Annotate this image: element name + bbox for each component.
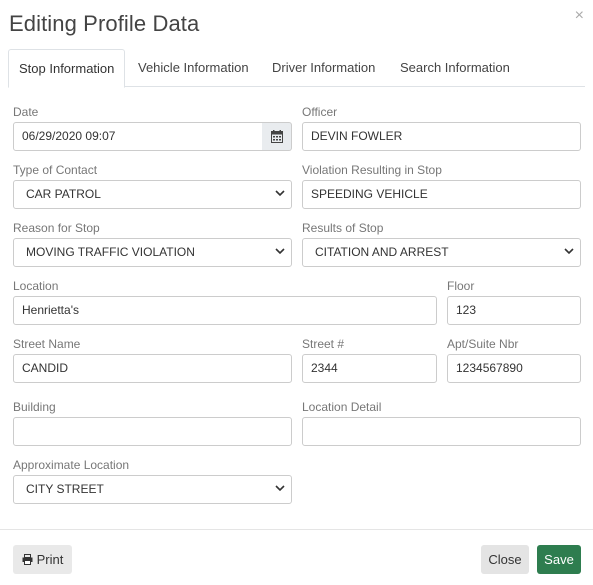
- location-value: Henrietta's: [22, 303, 79, 317]
- street-name-label: Street Name: [13, 337, 81, 351]
- calendar-button[interactable]: [262, 122, 292, 151]
- street-number-value: 2344: [311, 361, 338, 375]
- close-button[interactable]: Close: [481, 545, 529, 574]
- calendar-icon: [270, 130, 283, 143]
- print-button[interactable]: Print: [13, 545, 72, 574]
- officer-input[interactable]: DEVIN FOWLER: [302, 122, 581, 151]
- location-detail-label: Location Detail: [302, 400, 382, 414]
- chevron-down-icon: [275, 239, 285, 255]
- results-of-stop-label: Results of Stop: [302, 221, 384, 235]
- type-of-contact-select[interactable]: CAR PATROL: [13, 180, 292, 209]
- location-input[interactable]: Henrietta's: [13, 296, 437, 325]
- chevron-down-icon: [275, 476, 285, 492]
- street-name-value: CANDID: [22, 361, 69, 375]
- reason-for-stop-label: Reason for Stop: [13, 221, 100, 235]
- building-label: Building: [13, 400, 56, 414]
- print-label: Print: [36, 552, 64, 567]
- footer-divider: [0, 529, 593, 530]
- apt-suite-input[interactable]: 1234567890: [447, 354, 581, 383]
- date-input[interactable]: 06/29/2020 09:07: [13, 122, 263, 151]
- violation-value: SPEEDING VEHICLE: [311, 187, 428, 201]
- street-number-input[interactable]: 2344: [302, 354, 437, 383]
- save-button[interactable]: Save: [537, 545, 581, 574]
- tab-bar: Stop Information Vehicle Information Dri…: [8, 49, 585, 88]
- tab-vehicle-information[interactable]: Vehicle Information: [128, 49, 259, 87]
- officer-value: DEVIN FOWLER: [311, 129, 403, 143]
- floor-value: 123: [456, 303, 477, 317]
- approximate-location-label: Approximate Location: [13, 458, 130, 472]
- chevron-down-icon: [564, 239, 574, 255]
- violation-label: Violation Resulting in Stop: [302, 163, 442, 177]
- type-of-contact-value: CAR PATROL: [26, 187, 101, 201]
- officer-label: Officer: [302, 105, 338, 119]
- location-detail-input[interactable]: [302, 417, 581, 446]
- reason-for-stop-select[interactable]: MOVING TRAFFIC VIOLATION: [13, 238, 292, 267]
- apt-suite-value: 1234567890: [456, 361, 523, 375]
- violation-input[interactable]: SPEEDING VEHICLE: [302, 180, 581, 209]
- location-label: Location: [13, 279, 59, 293]
- tab-stop-information[interactable]: Stop Information: [8, 49, 125, 88]
- results-of-stop-value: CITATION AND ARREST: [315, 245, 449, 259]
- tab-search-information[interactable]: Search Information: [390, 49, 520, 87]
- close-icon[interactable]: ×: [575, 8, 584, 24]
- results-of-stop-select[interactable]: CITATION AND ARREST: [302, 238, 581, 267]
- apt-suite-label: Apt/Suite Nbr: [447, 337, 519, 351]
- floor-input[interactable]: 123: [447, 296, 581, 325]
- floor-label: Floor: [447, 279, 475, 293]
- date-label: Date: [13, 105, 39, 119]
- tab-driver-information[interactable]: Driver Information: [262, 49, 385, 87]
- approximate-location-value: CITY STREET: [26, 482, 104, 496]
- type-of-contact-label: Type of Contact: [13, 163, 98, 177]
- chevron-down-icon: [275, 181, 285, 197]
- printer-icon: [22, 554, 33, 565]
- building-input[interactable]: [13, 417, 292, 446]
- approximate-location-select[interactable]: CITY STREET: [13, 475, 292, 504]
- date-value: 06/29/2020 09:07: [22, 129, 116, 143]
- street-name-input[interactable]: CANDID: [13, 354, 292, 383]
- reason-for-stop-value: MOVING TRAFFIC VIOLATION: [26, 245, 195, 259]
- modal-title: Editing Profile Data: [9, 11, 200, 36]
- street-number-label: Street #: [302, 337, 345, 351]
